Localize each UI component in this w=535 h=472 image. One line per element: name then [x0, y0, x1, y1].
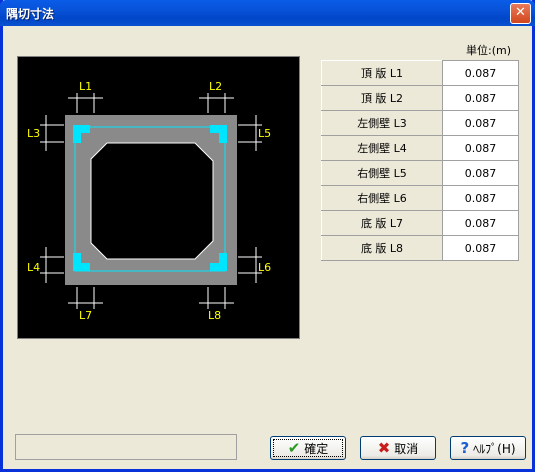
row-value-input[interactable]: 0.087 [442, 210, 519, 236]
table-row: 頂 版 L2 0.087 [321, 85, 519, 111]
dialog-window: 隅切寸法 ✕ 単位:(m) L1 L2 L3 L5 L4 L6 L7 L8 頂 … [0, 0, 535, 472]
dim-label-l4: L4 [27, 261, 40, 274]
row-value-input[interactable]: 0.087 [442, 60, 519, 86]
row-value-input[interactable]: 0.087 [442, 110, 519, 136]
haunch-br-v [219, 253, 227, 271]
table-row: 底 版 L8 0.087 [321, 235, 519, 261]
table-row: 右側壁 L5 0.087 [321, 160, 519, 186]
row-label: 右側壁 L5 [321, 160, 443, 186]
row-label: 頂 版 L1 [321, 60, 443, 86]
row-value-input[interactable]: 0.087 [442, 185, 519, 211]
row-label: 左側壁 L4 [321, 135, 443, 161]
haunch-diagram: L1 L2 L3 L5 L4 L6 L7 L8 [17, 56, 300, 339]
haunch-tl-v [73, 125, 81, 143]
row-value-input[interactable]: 0.087 [442, 135, 519, 161]
cancel-button-label: 取消 [394, 441, 419, 456]
box-culvert-diagram: L1 L2 L3 L5 L4 L6 L7 L8 [27, 80, 271, 322]
checkmark-icon: ✔ [287, 438, 301, 457]
culvert-opening [90, 142, 214, 260]
row-value-input[interactable]: 0.087 [442, 85, 519, 111]
haunch-bl-v [73, 253, 81, 271]
window-title: 隅切寸法 [6, 7, 55, 21]
row-label: 底 版 L7 [321, 210, 443, 236]
table-row: 頂 版 L1 0.087 [321, 60, 519, 86]
table-row: 左側壁 L4 0.087 [321, 135, 519, 161]
dim-label-l5: L5 [258, 127, 271, 140]
table-row: 右側壁 L6 0.087 [321, 185, 519, 211]
haunch-tr-v [219, 125, 227, 143]
row-value-input[interactable]: 0.087 [442, 235, 519, 261]
cancel-button[interactable]: ✖ 取消 [360, 436, 436, 460]
row-value-input[interactable]: 0.087 [442, 160, 519, 186]
unit-label: 単位:(m) [466, 44, 512, 57]
row-label: 底 版 L8 [321, 235, 443, 261]
row-label: 頂 版 L2 [321, 85, 443, 111]
title-bar[interactable]: 隅切寸法 ✕ [0, 0, 535, 26]
question-icon: ? [460, 438, 470, 457]
close-icon: ✕ [515, 5, 526, 20]
dim-label-l2: L2 [209, 80, 222, 93]
table-row: 底 版 L7 0.087 [321, 210, 519, 236]
dim-label-l1: L1 [79, 80, 92, 93]
status-box [15, 434, 237, 460]
row-label: 右側壁 L6 [321, 185, 443, 211]
table-row: 左側壁 L3 0.087 [321, 110, 519, 136]
dim-label-l8: L8 [208, 309, 221, 322]
row-label: 左側壁 L3 [321, 110, 443, 136]
ok-button[interactable]: ✔ 確定 [270, 436, 346, 460]
dim-label-l6: L6 [258, 261, 271, 274]
dim-label-l7: L7 [79, 309, 92, 322]
close-button[interactable]: ✕ [510, 3, 531, 24]
help-button[interactable]: ? ﾍﾙﾌﾟ(H) [450, 436, 526, 460]
help-button-label: ﾍﾙﾌﾟ(H) [473, 441, 516, 456]
dimension-table: 頂 版 L1 0.087 頂 版 L2 0.087 左側壁 L3 0.087 左… [321, 60, 519, 261]
dim-label-l3: L3 [27, 127, 40, 140]
x-icon: ✖ [377, 438, 391, 457]
ok-button-label: 確定 [304, 441, 329, 456]
